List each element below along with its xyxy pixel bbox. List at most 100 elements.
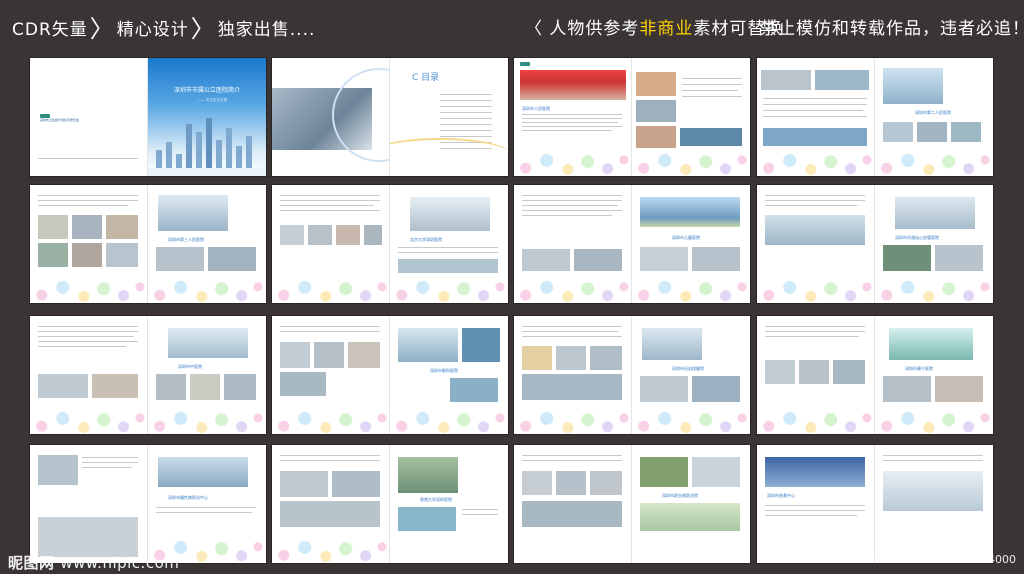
spread-right-page: 深圳市中医院 — [148, 316, 265, 434]
hospital-building-photo — [158, 195, 228, 231]
spread-7[interactable]: 深圳市中医院 — [30, 316, 266, 434]
body-text — [280, 331, 380, 332]
spread-3[interactable]: 深圳市第三人民医院 — [30, 185, 266, 303]
photo — [156, 374, 186, 400]
confetti-decoration — [148, 277, 265, 303]
hospital-building-photo — [398, 328, 458, 362]
spread-right-page: 深圳市第二人民医院 — [875, 58, 992, 176]
spread-left-page — [757, 185, 875, 303]
photo — [280, 501, 380, 527]
body-text — [280, 326, 380, 327]
chevron-right-icon: 〉 — [89, 15, 115, 43]
photo — [522, 374, 622, 400]
body-text — [522, 460, 622, 461]
spread-left-page — [514, 185, 632, 303]
watermark-brand: 昵图网 — [8, 554, 55, 572]
spread-cover[interactable]: 深圳市卫生和计划生育委员会 深圳市市属公立医院简介 —— 市卫生计生委 — [30, 58, 266, 176]
brochure-spreads-grid: 深圳市卫生和计划生育委员会 深圳市市属公立医院简介 —— 市卫生计生委 C 目录 — [30, 58, 994, 563]
team-photo — [680, 128, 742, 146]
hospital-building-photo — [168, 328, 248, 358]
body-text — [38, 195, 138, 196]
body-text — [462, 514, 498, 515]
skyline-building — [206, 118, 212, 168]
body-text — [280, 455, 380, 456]
spread-9[interactable]: 深圳市妇幼保健院 — [514, 316, 750, 434]
group-photo — [520, 70, 626, 100]
photo — [765, 360, 795, 384]
body-text — [82, 467, 132, 468]
photo — [935, 376, 983, 402]
campus-photo — [640, 457, 688, 487]
body-text — [765, 510, 865, 511]
spread-right-page — [632, 58, 749, 176]
body-text — [280, 460, 380, 461]
lab-photo — [692, 247, 740, 271]
watermark-footer: 昵图网 www.nipic.com ID:9360587 NO:20150828… — [0, 540, 1024, 574]
cover-subtitle: —— 市卫生计生委 — [198, 98, 228, 102]
photo — [332, 471, 380, 497]
body-text — [682, 84, 742, 85]
slogan-design: 精心设计 — [116, 20, 189, 40]
spread-1[interactable]: 深圳市人民医院 — [514, 58, 750, 176]
staff-photo — [364, 225, 382, 245]
confetti-decoration — [30, 408, 147, 434]
confetti-decoration — [875, 408, 992, 434]
city-photo — [462, 328, 500, 362]
spread-right-page: 深圳市眼科医院 — [390, 316, 507, 434]
team-photo — [935, 245, 983, 271]
body-text — [38, 331, 138, 332]
photo — [72, 215, 102, 239]
body-text — [765, 505, 865, 506]
skyline-building — [226, 128, 232, 168]
site-map-graphic — [640, 503, 740, 531]
spread-contents[interactable]: C 目录 — [272, 58, 508, 176]
body-text — [883, 455, 983, 456]
body-text — [462, 509, 498, 510]
section-caption: 深圳市中医院 — [178, 364, 202, 369]
hospital-building-photo — [895, 197, 975, 229]
body-text — [156, 512, 252, 513]
body-text — [280, 210, 380, 211]
confetti-decoration — [272, 277, 389, 303]
spread-right-page: 深圳市儿童医院 — [632, 185, 749, 303]
cover-base-band — [148, 168, 266, 176]
city-photo — [450, 378, 498, 402]
spread-4[interactable]: 北京大学深圳医院 — [272, 185, 508, 303]
confetti-decoration — [390, 408, 507, 434]
section-caption: 深圳市急救中心 — [767, 493, 795, 498]
header-copyright-notice: 禁止模仿和转载作品，违者必追！） — [760, 19, 1024, 39]
team-photo — [640, 376, 688, 402]
confetti-decoration — [148, 408, 265, 434]
contents-entry — [440, 100, 492, 101]
body-text — [682, 90, 738, 91]
photo — [556, 346, 586, 370]
body-text — [522, 195, 622, 196]
meeting-photo — [636, 100, 676, 122]
spread-6[interactable]: 深圳市孙逸仙心血管医院 — [757, 185, 993, 303]
staff-photo — [308, 225, 332, 245]
spread-8[interactable]: 深圳市眼科医院 — [272, 316, 508, 434]
section-caption: 深圳市康宁医院 — [905, 366, 933, 371]
photo — [883, 376, 931, 402]
section-caption: 深圳市慢性病防治中心 — [168, 495, 208, 500]
spread-left-page — [757, 316, 875, 434]
body-text — [522, 215, 612, 216]
contents-entry — [440, 124, 492, 125]
meeting-photo — [636, 126, 676, 148]
image-id-text: ID:9360587 NO:20150828145709584000 — [787, 553, 1016, 566]
skyline-building — [176, 154, 182, 168]
spread-2[interactable]: 深圳市第二人民医院 — [757, 58, 993, 176]
chevron-right-icon: 〉 — [190, 15, 216, 43]
contents-entry — [440, 118, 492, 119]
contents-entry — [440, 112, 492, 113]
staff-photo — [314, 342, 344, 368]
spread-10[interactable]: 深圳市康宁医院 — [757, 316, 993, 434]
staff-photo — [280, 225, 304, 245]
skyline-building — [186, 124, 192, 168]
spread-5[interactable]: 深圳市儿童医院 — [514, 185, 750, 303]
notice-highlight: 非商业 — [639, 19, 694, 39]
team-photo — [692, 376, 740, 402]
confetti-decoration — [30, 277, 147, 303]
confetti-decoration — [514, 277, 631, 303]
contents-heading: C 目录 — [412, 73, 440, 83]
